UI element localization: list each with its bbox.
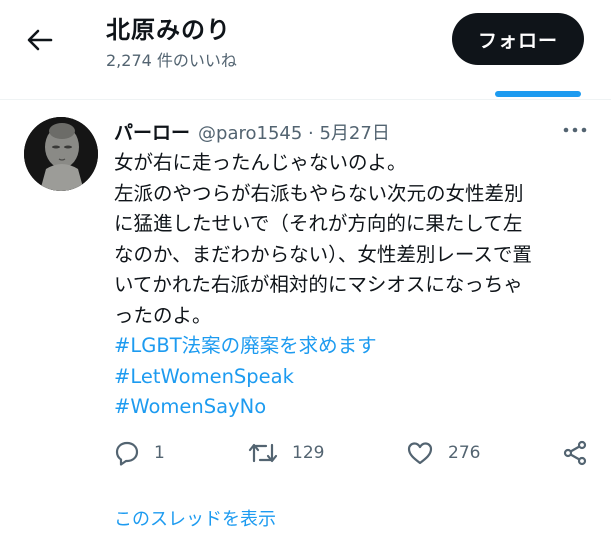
- avatar[interactable]: [24, 117, 98, 191]
- heart-icon: [407, 442, 433, 465]
- header-divider: [0, 99, 611, 100]
- follow-button[interactable]: フォロー: [452, 13, 584, 65]
- tweet-line: いてかれた右派が相対的にマシオスになっちゃ: [114, 273, 523, 296]
- tweet-header: パーロー @paro1545 · 5月27日: [114, 118, 390, 145]
- tweet-line: 女が右に走ったんじゃないのよ。: [114, 151, 407, 174]
- buddha-statue-avatar-image: [24, 117, 98, 191]
- profile-name: 北原みのり: [106, 16, 231, 44]
- tweet-actions: 1 129 276: [114, 435, 594, 471]
- share-button[interactable]: [562, 435, 602, 471]
- author-name[interactable]: パーロー: [114, 122, 190, 144]
- back-arrow-icon[interactable]: [24, 24, 56, 56]
- hashtag-link[interactable]: #WomenSayNo: [114, 392, 584, 423]
- reply-icon: [115, 441, 139, 466]
- hashtag-link[interactable]: #LetWomenSpeak: [114, 362, 584, 393]
- reply-button[interactable]: 1: [114, 435, 165, 471]
- active-tab-indicator: [495, 91, 581, 97]
- share-icon: [563, 440, 587, 466]
- like-button[interactable]: 276: [406, 435, 480, 471]
- like-count: 276: [448, 443, 481, 463]
- retweet-icon: [248, 443, 278, 463]
- retweet-count: 129: [292, 443, 325, 463]
- more-dots-icon[interactable]: [562, 120, 588, 140]
- tweet-line: 左派のやつらが右派もやらない次元の女性差別: [114, 181, 524, 205]
- tweet-line: なのか、まだわからない）、女性差別レースで置: [114, 242, 532, 266]
- tweet-line: ったのよ。: [114, 303, 212, 327]
- retweet-button[interactable]: 129: [248, 435, 324, 471]
- profile-header: 北原みのり 2,274 件のいいね フォロー: [0, 0, 611, 97]
- author-handle-date[interactable]: @paro1545 · 5月27日: [198, 123, 390, 144]
- show-thread-link[interactable]: このスレッドを表示: [114, 505, 276, 531]
- tweet-line: に猛進したせいで（それが方向的に果たして左: [114, 212, 523, 235]
- tweet-text: 女が右に走ったんじゃないのよ。 左派のやつらが右派もやらない次元の女性差別 に猛…: [114, 148, 584, 423]
- likes-count: 2,274 件のいいね: [106, 51, 237, 70]
- reply-count: 1: [154, 443, 165, 463]
- hashtag-link[interactable]: #LGBT法案の廃案を求めます: [114, 331, 584, 362]
